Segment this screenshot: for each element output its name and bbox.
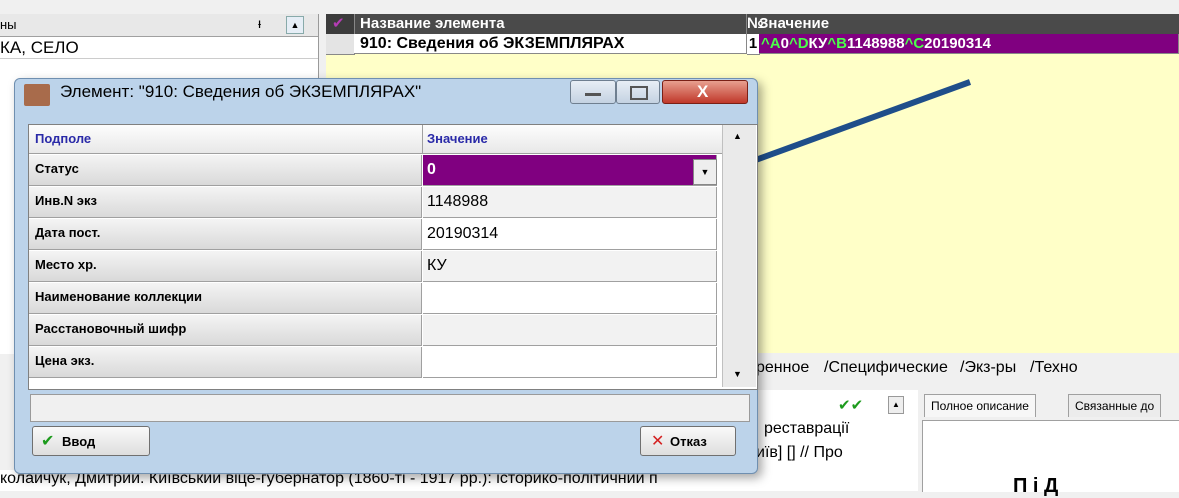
subfield-value[interactable]: 20190314: [423, 219, 717, 250]
vertical-scrollbar[interactable]: ▲ ▼: [722, 125, 756, 387]
tab-copies-label: Экз-ры: [964, 359, 1017, 376]
maximize-button[interactable]: [616, 80, 660, 104]
cancel-button[interactable]: ✕ Отказ: [640, 426, 736, 456]
table-row[interactable]: Цена экз.: [29, 347, 739, 379]
minimize-icon: [585, 93, 601, 96]
table-row[interactable]: Наименование коллекции: [29, 283, 739, 315]
subfield-value[interactable]: [423, 347, 717, 378]
tab-tech-label: Техно: [1034, 359, 1078, 376]
app-icon: [24, 84, 50, 106]
column-divider: [422, 125, 423, 153]
double-check-icon[interactable]: ✔✔: [838, 396, 863, 414]
table-row[interactable]: Дата пост. 20190314: [29, 219, 739, 251]
table-row[interactable]: Статус 0 ▼: [29, 155, 739, 187]
subfield-table-header: Подполе Значение: [29, 125, 739, 154]
cancel-x-icon: ✕: [651, 433, 665, 450]
subfield-name: Инв.N экз: [29, 187, 422, 218]
dialog-title: Элемент: "910: Сведения об ЭКЗЕМПЛЯРАХ": [60, 82, 422, 101]
subfield-value[interactable]: [423, 283, 717, 314]
subfield-table: Подполе Значение Статус 0 ▼ Инв.N экз 11…: [28, 124, 758, 390]
description-area: П і Д: [922, 420, 1179, 497]
col-header-value[interactable]: Значение: [427, 131, 488, 146]
table-row[interactable]: Расстановочный шифр: [29, 315, 739, 347]
subfield-name: Цена экз.: [29, 347, 422, 378]
status-field: [30, 394, 750, 422]
scroll-up-icon[interactable]: ▲: [733, 131, 742, 141]
subfield-value[interactable]: КУ: [423, 251, 717, 282]
tab-bar: ренное /Специфические /Экз-ры /Техно: [756, 353, 1179, 383]
dropdown-arrow-icon[interactable]: ▼: [693, 159, 717, 185]
subfield-value-input[interactable]: 0: [423, 155, 717, 186]
subfield-value[interactable]: 1148988: [423, 187, 717, 218]
ok-button-label: Ввод: [62, 434, 96, 449]
close-button[interactable]: X: [662, 80, 748, 104]
snippet-text: реставрації: [764, 420, 850, 437]
ok-button[interactable]: ✔ Ввод: [32, 426, 150, 456]
tab-related[interactable]: Связанные до: [1068, 394, 1162, 417]
subfield-name: Расстановочный шифр: [29, 315, 422, 346]
tab-tech[interactable]: /Техно: [1030, 357, 1078, 379]
subfield-name: Место хр.: [29, 251, 422, 282]
col-header-subfield[interactable]: Подполе: [35, 131, 91, 146]
close-icon: X: [697, 82, 709, 101]
minimize-button[interactable]: [570, 80, 616, 104]
tab-full-description[interactable]: Полное описание: [924, 394, 1036, 417]
scroll-up-icon[interactable]: ▲: [888, 396, 904, 414]
scroll-down-icon[interactable]: ▼: [733, 369, 742, 379]
subfield-name: Наименование коллекции: [29, 283, 422, 314]
checkmark-icon: ✔: [41, 433, 55, 450]
tab-copies[interactable]: /Экз-ры: [960, 357, 1016, 379]
subfield-value[interactable]: [423, 315, 717, 346]
tab-specific[interactable]: /Специфические: [824, 357, 948, 379]
tab-specific-label: Специфические: [828, 359, 948, 376]
cancel-button-label: Отказ: [670, 434, 707, 449]
subfield-name: Статус: [29, 155, 422, 186]
subfield-name: Дата пост.: [29, 219, 422, 250]
maximize-icon: [630, 86, 648, 100]
table-row[interactable]: Инв.N экз 1148988: [29, 187, 739, 219]
tab-extended[interactable]: ренное: [756, 357, 809, 379]
table-row[interactable]: Место хр. КУ: [29, 251, 739, 283]
snippet-text: иїв] [] // Про: [756, 444, 843, 461]
description-heading: П і Д: [1013, 475, 1059, 497]
